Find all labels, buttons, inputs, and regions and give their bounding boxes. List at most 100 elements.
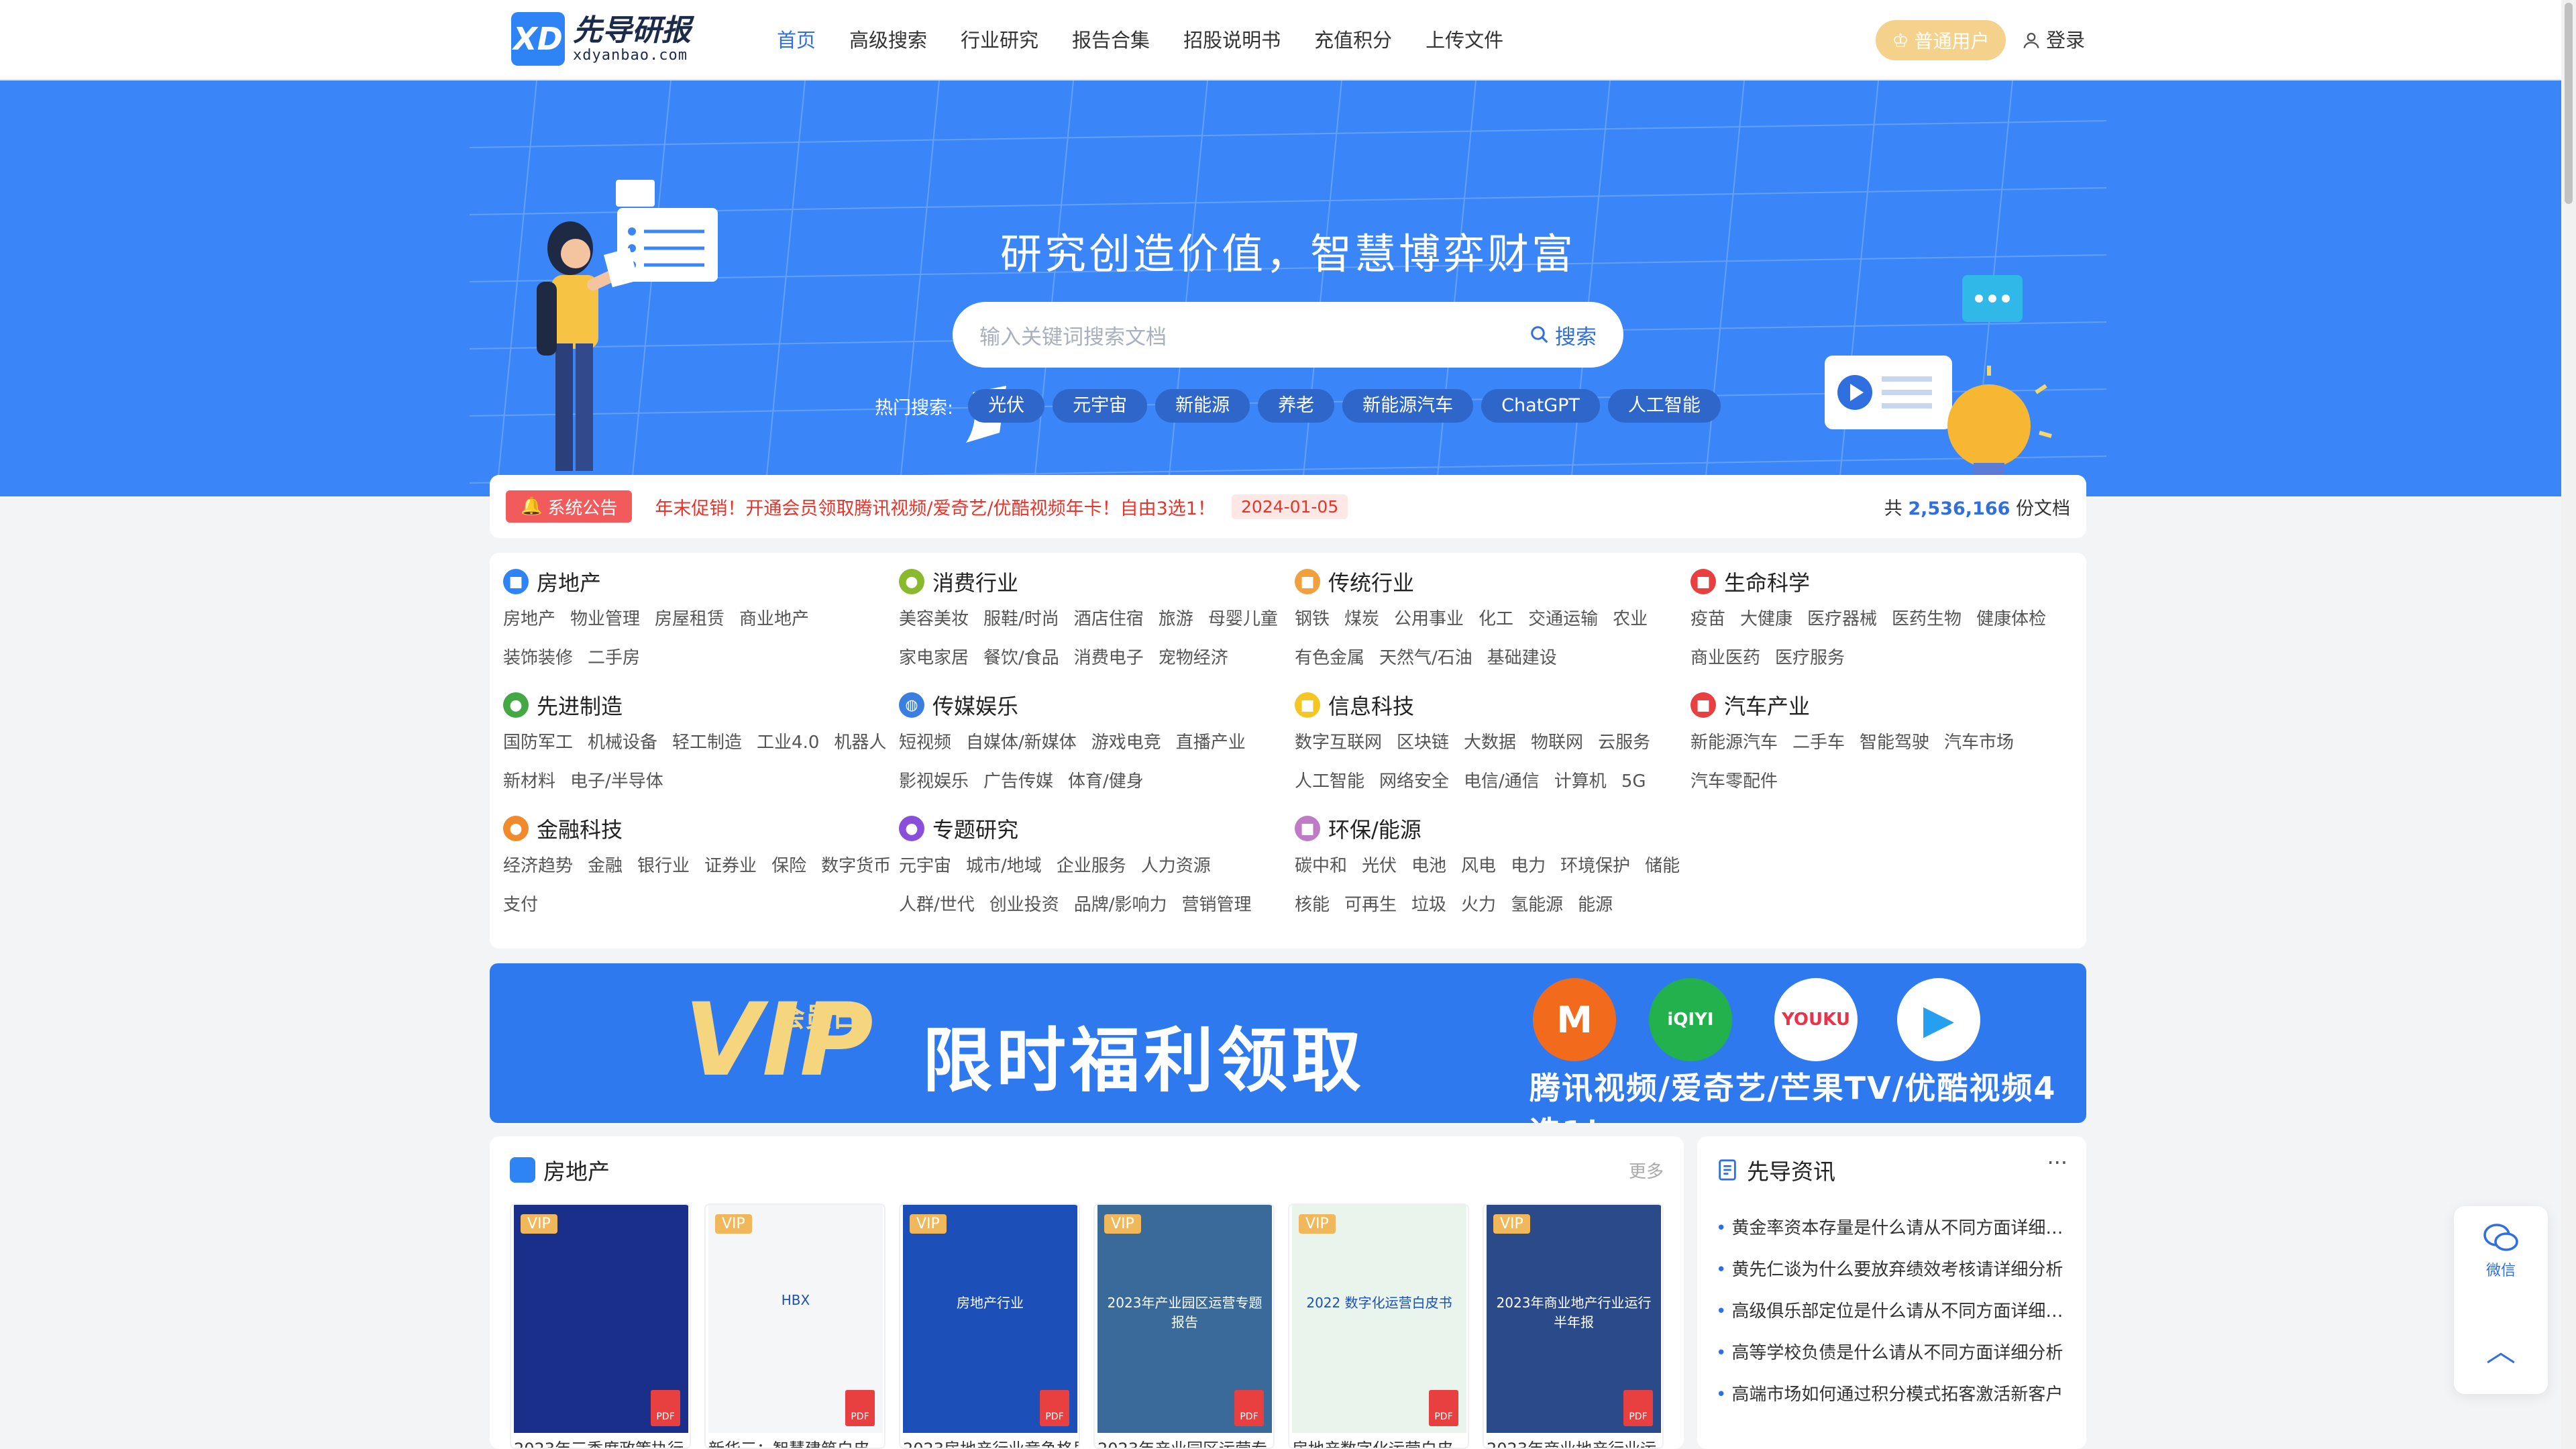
search-box[interactable]: 输入关键词搜索文档 搜索 [953, 302, 1623, 368]
subcategory-link[interactable]: 保险 [771, 847, 806, 885]
news-item[interactable]: 黄先仁谈为什么要放弃绩效考核请详细分析 [1716, 1249, 2072, 1291]
hot-tag[interactable]: 新能源汽车 [1342, 389, 1474, 423]
subcategory-link[interactable]: 有色金属 [1295, 639, 1364, 678]
subcategory-link[interactable]: 证券业 [704, 847, 757, 885]
subcategory-link[interactable]: 消费电子 [1074, 639, 1144, 678]
category-title[interactable]: ■ 环保/能源 [1295, 813, 1684, 844]
subcategory-link[interactable]: 宠物经济 [1159, 639, 1228, 678]
subcategory-link[interactable]: 人力资源 [1141, 847, 1211, 885]
report-title[interactable]: 2023房地产行业竞争格局 [903, 1436, 1079, 1448]
subcategory-link[interactable]: 支付 [503, 885, 538, 924]
page-scrollbar[interactable] [2561, 0, 2576, 1449]
subcategory-link[interactable]: 碳中和 [1295, 847, 1347, 885]
subcategory-link[interactable]: 云服务 [1598, 723, 1650, 762]
subcategory-link[interactable]: 汽车零配件 [1690, 762, 1778, 801]
subcategory-link[interactable]: 经济趋势 [503, 847, 573, 885]
category-title[interactable]: ■ 信息科技 [1295, 690, 1684, 720]
subcategory-link[interactable]: 餐饮/食品 [983, 639, 1059, 678]
report-card[interactable]: 2023年商业地产行业运行半年报 VIP PDF 2023年商业地产行业运 [1483, 1203, 1664, 1449]
subcategory-link[interactable]: 房屋租赁 [655, 600, 724, 639]
subcategory-link[interactable]: 公用事业 [1394, 600, 1464, 639]
subcategory-link[interactable]: 短视频 [899, 723, 951, 762]
subcategory-link[interactable]: 风电 [1461, 847, 1496, 885]
subcategory-link[interactable]: 网络安全 [1379, 762, 1449, 801]
subcategory-link[interactable]: 自媒体/新媒体 [966, 723, 1077, 762]
wechat-button[interactable]: 微信 [2454, 1221, 2548, 1280]
nav-home[interactable]: 首页 [777, 25, 816, 55]
subcategory-link[interactable]: 物业管理 [570, 600, 640, 639]
news-item[interactable]: 高端市场如何通过积分模式拓客激活新客户 [1716, 1374, 2072, 1415]
subcategory-link[interactable]: 工业4.0 [757, 723, 819, 762]
subcategory-link[interactable]: 大健康 [1740, 600, 1792, 639]
category-title[interactable]: ● 先进制造 [503, 690, 892, 720]
subcategory-link[interactable]: 新能源汽车 [1690, 723, 1778, 762]
login-link[interactable]: 登录 [2022, 25, 2085, 55]
subcategory-link[interactable]: 可再生 [1344, 885, 1397, 924]
category-title[interactable]: ● 金融科技 [503, 813, 892, 844]
subcategory-link[interactable]: 交通运输 [1528, 600, 1598, 639]
subcategory-link[interactable]: 汽车市场 [1944, 723, 2014, 762]
subcategory-link[interactable]: 储能 [1645, 847, 1680, 885]
subcategory-link[interactable]: 二手车 [1792, 723, 1845, 762]
subcategory-link[interactable]: 电力 [1511, 847, 1546, 885]
subcategory-link[interactable]: 物联网 [1531, 723, 1583, 762]
search-input[interactable]: 输入关键词搜索文档 [979, 320, 1529, 350]
report-card[interactable]: HBX VIP PDF 新华三：智慧建筑白皮 [704, 1203, 885, 1449]
site-logo[interactable]: XD 先导研报 xdyanbao.com [511, 12, 691, 66]
subcategory-link[interactable]: 房地产 [503, 600, 555, 639]
subcategory-link[interactable]: 家电家居 [899, 639, 969, 678]
nav-prospectus[interactable]: 招股说明书 [1183, 25, 1281, 55]
news-item[interactable]: 高级俱乐部定位是什么请从不同方面详细分析 [1716, 1291, 2072, 1332]
report-title[interactable]: 2023年产业园区运营专 [1097, 1436, 1273, 1448]
report-title[interactable]: 2023年商业地产行业运 [1487, 1436, 1662, 1448]
hot-tag[interactable]: 新能源 [1155, 389, 1250, 423]
scrollbar-thumb[interactable] [2565, 3, 2573, 204]
subcategory-link[interactable]: 人群/世代 [899, 885, 975, 924]
subcategory-link[interactable]: 氢能源 [1511, 885, 1563, 924]
realestate-more-link[interactable]: 更多 [1629, 1158, 1664, 1183]
category-title[interactable]: ■ 房地产 [503, 566, 892, 597]
nav-recharge[interactable]: 充值积分 [1314, 25, 1392, 55]
subcategory-link[interactable]: 直播产业 [1176, 723, 1246, 762]
report-card[interactable]: VIP PDF 2023年三季度政策执行 [510, 1203, 691, 1449]
subcategory-link[interactable]: 医疗器械 [1807, 600, 1877, 639]
hot-tag[interactable]: 光伏 [968, 389, 1045, 423]
subcategory-link[interactable]: 服鞋/时尚 [983, 600, 1059, 639]
subcategory-link[interactable]: 基础建设 [1487, 639, 1557, 678]
subcategory-link[interactable]: 天然气/石油 [1379, 639, 1472, 678]
subcategory-link[interactable]: 智能驾驶 [1860, 723, 1929, 762]
subcategory-link[interactable]: 垃圾 [1411, 885, 1446, 924]
subcategory-link[interactable]: 环境保护 [1560, 847, 1630, 885]
subcategory-link[interactable]: 火力 [1461, 885, 1496, 924]
subcategory-link[interactable]: 医药生物 [1892, 600, 1962, 639]
subcategory-link[interactable]: 品牌/影响力 [1074, 885, 1167, 924]
news-more-button[interactable]: ··· [2047, 1150, 2068, 1175]
subcategory-link[interactable]: 商业医药 [1690, 639, 1760, 678]
category-title[interactable]: ◍ 传媒娱乐 [899, 690, 1288, 720]
subcategory-link[interactable]: 影视娱乐 [899, 762, 969, 801]
nav-advanced-search[interactable]: 高级搜索 [849, 25, 927, 55]
subcategory-link[interactable]: 电池 [1411, 847, 1446, 885]
subcategory-link[interactable]: 电子/半导体 [570, 762, 663, 801]
subcategory-link[interactable]: 装饰装修 [503, 639, 573, 678]
subcategory-link[interactable]: 化工 [1479, 600, 1513, 639]
user-level-button[interactable]: ♔ 普通用户 [1876, 20, 2006, 60]
subcategory-link[interactable]: 国防军工 [503, 723, 573, 762]
subcategory-link[interactable]: 能源 [1578, 885, 1613, 924]
announcement-message[interactable]: 年末促销！开通会员领取腾讯视频/爱奇艺/优酷视频年卡！自由3选1！ [655, 494, 1216, 520]
subcategory-link[interactable]: 数字货币 [821, 847, 891, 885]
hot-tag[interactable]: ChatGPT [1481, 389, 1600, 423]
subcategory-link[interactable]: 金融 [588, 847, 623, 885]
report-card[interactable]: 2022 数字化运营白皮书 VIP PDF 房地产数字化运营白皮 [1288, 1203, 1469, 1449]
subcategory-link[interactable]: 煤炭 [1344, 600, 1379, 639]
news-item[interactable]: 黄金率资本存量是什么请从不同方面详细分析 [1716, 1208, 2072, 1249]
subcategory-link[interactable]: 农业 [1613, 600, 1648, 639]
category-title[interactable]: ■ 传统行业 [1295, 566, 1684, 597]
subcategory-link[interactable]: 营销管理 [1182, 885, 1252, 924]
subcategory-link[interactable]: 创业投资 [989, 885, 1059, 924]
subcategory-link[interactable]: 新材料 [503, 762, 555, 801]
subcategory-link[interactable]: 光伏 [1362, 847, 1397, 885]
subcategory-link[interactable]: 人工智能 [1295, 762, 1364, 801]
subcategory-link[interactable]: 医疗服务 [1775, 639, 1845, 678]
subcategory-link[interactable]: 酒店住宿 [1074, 600, 1144, 639]
